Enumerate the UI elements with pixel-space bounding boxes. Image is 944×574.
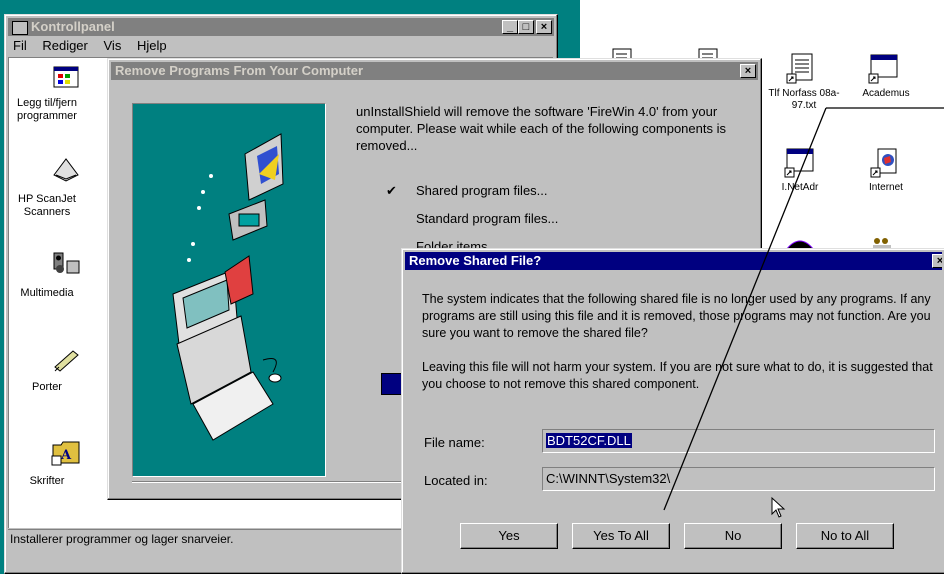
remove-programs-titlebar[interactable]: Remove Programs From Your Computer × bbox=[111, 62, 758, 80]
window-title: Remove Programs From Your Computer bbox=[115, 63, 364, 78]
control-panel-titlebar[interactable]: Kontrollpanel _ □ × bbox=[8, 18, 554, 36]
menu-rediger[interactable]: Rediger bbox=[42, 38, 88, 53]
located-in-value: C:\WINNT\System32\ bbox=[546, 471, 671, 486]
cp-item-label: Multimedia bbox=[20, 287, 74, 299]
no-to-all-button[interactable]: No to All bbox=[796, 523, 894, 549]
no-button[interactable]: No bbox=[684, 523, 782, 549]
window-title: Kontrollpanel bbox=[31, 19, 115, 34]
cp-item-label: Legg til/fjern programmer bbox=[17, 97, 77, 122]
remove-message: unInstallShield will remove the software… bbox=[356, 104, 726, 153]
progress-bar bbox=[381, 373, 403, 395]
desktop-icon-label: Academus bbox=[862, 88, 910, 99]
dialog-title: Remove Shared File? bbox=[409, 253, 542, 268]
close-button[interactable]: × bbox=[932, 254, 942, 268]
menu-fil[interactable]: Fil bbox=[13, 38, 27, 53]
file-name-value: BDT52CF.DLL bbox=[546, 433, 632, 448]
multimedia-icon bbox=[53, 252, 80, 274]
computer-illustration bbox=[172, 133, 284, 441]
setup-illustration bbox=[132, 103, 326, 477]
located-in-label: Located in: bbox=[424, 473, 488, 488]
yes-button-label: Yes bbox=[498, 528, 520, 543]
minimize-button[interactable]: _ bbox=[502, 20, 518, 34]
remove-shared-file-dialog[interactable]: Remove Shared File? × The system indicat… bbox=[401, 248, 944, 574]
window-shortcut-icon bbox=[784, 148, 814, 178]
svg-text:A: A bbox=[60, 448, 72, 463]
close-button[interactable]: × bbox=[536, 20, 552, 34]
located-in-field[interactable]: C:\WINNT\System32\ bbox=[542, 467, 935, 491]
dialog-paragraph-1: The system indicates that the following … bbox=[422, 292, 931, 340]
add-remove-programs-icon bbox=[53, 66, 79, 88]
step-shared-files: Shared program files... bbox=[416, 183, 548, 198]
no-to-all-button-label: No to All bbox=[820, 528, 870, 543]
step-check-icon: ✔ bbox=[386, 183, 397, 198]
control-panel-icon bbox=[12, 20, 28, 35]
cp-item-label: Porter bbox=[32, 381, 62, 393]
dialog-paragraph-2: Leaving this file will not harm your sys… bbox=[422, 360, 933, 391]
port-icon bbox=[54, 350, 79, 372]
window-shortcut-icon bbox=[868, 54, 898, 84]
text-file-icon bbox=[786, 53, 813, 84]
cp-item-label: HP ScanJet Scanners bbox=[18, 193, 76, 218]
internet-icon bbox=[870, 148, 897, 178]
cp-item-label: Skrifter bbox=[29, 475, 65, 487]
no-button-label: No bbox=[724, 528, 742, 543]
step-standard-files: Standard program files... bbox=[416, 211, 559, 226]
scanner-icon bbox=[53, 158, 79, 182]
maximize-button[interactable]: □ bbox=[518, 20, 534, 34]
file-name-field[interactable]: BDT52CF.DLL bbox=[542, 429, 935, 453]
dialog-titlebar[interactable]: Remove Shared File? × bbox=[405, 252, 942, 270]
close-button[interactable]: × bbox=[740, 64, 756, 78]
fonts-folder-icon: A bbox=[51, 441, 80, 466]
yes-to-all-button-label: Yes To All bbox=[593, 528, 649, 543]
desktop-icon-label: I.NetAdr bbox=[781, 182, 819, 193]
menu-bar: Fil Rediger Vis Hjelp bbox=[13, 38, 179, 53]
yes-to-all-button[interactable]: Yes To All bbox=[572, 523, 670, 549]
desktop-icon-label: Tlf Norfass 08a-97.txt bbox=[768, 88, 840, 111]
file-name-label: File name: bbox=[424, 435, 485, 450]
desktop-icon-label: Internet bbox=[869, 182, 903, 193]
yes-button[interactable]: Yes bbox=[460, 523, 558, 549]
menu-vis[interactable]: Vis bbox=[104, 38, 122, 53]
menu-hjelp[interactable]: Hjelp bbox=[137, 38, 167, 53]
